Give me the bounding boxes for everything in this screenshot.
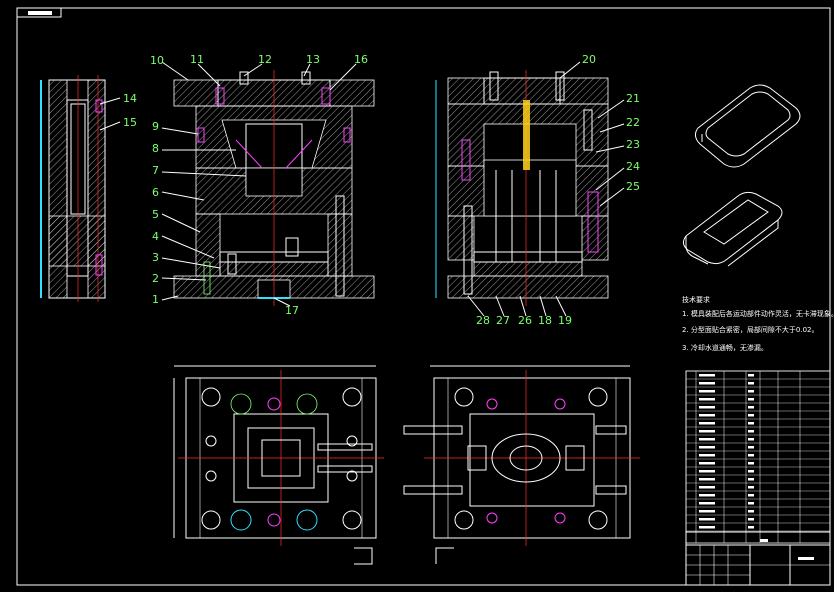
bom-cell-text (699, 422, 715, 425)
part-label-17: 17 (285, 304, 299, 317)
bom-cell-text (748, 446, 754, 449)
right-section-view (435, 70, 609, 306)
svg-text:15: 15 (123, 116, 137, 129)
part-label-7: 7 (152, 164, 159, 177)
bom-cell-text (699, 494, 715, 497)
svg-text:14: 14 (123, 92, 137, 105)
bom-cell-text (699, 406, 715, 409)
note-line-1: 1. 模具装配后各运动部件动作灵活，无卡滞现象。 (682, 309, 834, 318)
bom-cell-text (748, 422, 754, 425)
bom-cell-text (699, 518, 715, 521)
part-label-5: 5 (152, 208, 159, 221)
part-label-9: 9 (152, 120, 159, 133)
part-label-21: 21 (626, 92, 640, 105)
part-label-3: 3 (152, 251, 159, 264)
part-label-18: 18 (538, 314, 552, 327)
part-label-13: 13 (306, 53, 320, 66)
bom-cell-text (748, 414, 754, 417)
note-line-3: 3. 冷却水道通畅，无渗漏。 (682, 343, 768, 352)
bom-cell-text (748, 470, 754, 473)
part-label-28: 28 (476, 314, 490, 327)
part-label-24: 24 (626, 160, 640, 173)
title-block (685, 531, 831, 586)
notes-title: 技术要求 (682, 295, 710, 304)
bom-cell-text (699, 502, 715, 505)
part-label-8: 8 (152, 142, 159, 155)
front-section-view (173, 70, 375, 306)
part-label-6: 6 (152, 186, 159, 199)
bom-cell-text (748, 478, 754, 481)
part-label-19: 19 (558, 314, 572, 327)
part-label-27: 27 (496, 314, 510, 327)
bom-cell-text (699, 382, 715, 385)
bom-cell-text (699, 470, 715, 473)
bom-cell-text (748, 398, 754, 401)
bom-cell-text (748, 510, 754, 513)
bom-frame (685, 370, 831, 544)
part-label-11: 11 (190, 53, 204, 66)
bom-cell-text (699, 398, 715, 401)
bom-cell-text (699, 390, 715, 393)
bom-cell-text (748, 374, 754, 377)
part-label-20: 20 (582, 53, 596, 66)
part-label-10: 10 (150, 54, 164, 67)
part-label-1: 1 (152, 293, 159, 306)
bom-cell-text (699, 454, 715, 457)
drawing-sheet: 14 15 10 9 8 7 6 5 4 3 2 1 11 12 13 16 1… (0, 0, 834, 592)
bom-cell-text (748, 382, 754, 385)
bom-cell-text (748, 502, 754, 505)
bom-cell-text (699, 438, 715, 441)
bom-cell-text (748, 526, 754, 529)
bom-cell-text (699, 478, 715, 481)
plan-view-fixed (403, 365, 640, 564)
bom-cell-text (699, 374, 715, 377)
side-section-view (40, 75, 121, 302)
assembly-drawing: 14 15 10 9 8 7 6 5 4 3 2 1 11 12 13 16 1… (16, 7, 834, 586)
part-label-16: 16 (354, 53, 368, 66)
bom-cell-text (699, 414, 715, 417)
part-label-25: 25 (626, 180, 640, 193)
bom-cell-text (699, 446, 715, 449)
product-isometric-bottom (682, 191, 783, 267)
title-tab-text (28, 11, 52, 15)
part-label-4: 4 (152, 230, 159, 243)
bom-cell-text (748, 494, 754, 497)
bom-cell-text (699, 462, 715, 465)
bom-cell-text (748, 438, 754, 441)
bom-cell-text (748, 462, 754, 465)
part-label-2: 2 (152, 272, 159, 285)
bom-cell-text (748, 430, 754, 433)
technical-notes: 技术要求 1. 模具装配后各运动部件动作灵活，无卡滞现象。 2. 分型面贴合紧密… (682, 295, 834, 352)
bom-cell-text (699, 486, 715, 489)
bom-cell-text (748, 390, 754, 393)
part-label-22: 22 (626, 116, 640, 129)
bom-cell-text (748, 518, 754, 521)
plan-view-moving (173, 365, 384, 565)
product-isometric-top (694, 84, 801, 168)
bom-table (685, 370, 831, 544)
part-label-23: 23 (626, 138, 640, 151)
bom-cell-text (748, 454, 754, 457)
part-label-26: 26 (518, 314, 532, 327)
note-line-2: 2. 分型面贴合紧密，局部间隙不大于0.02。 (682, 325, 819, 334)
bom-cell-text (699, 510, 715, 513)
bom-cell-text (699, 526, 715, 529)
part-label-12: 12 (258, 53, 272, 66)
bom-cell-text (699, 430, 715, 433)
bom-cell-text (748, 406, 754, 409)
bom-cell-text (748, 486, 754, 489)
